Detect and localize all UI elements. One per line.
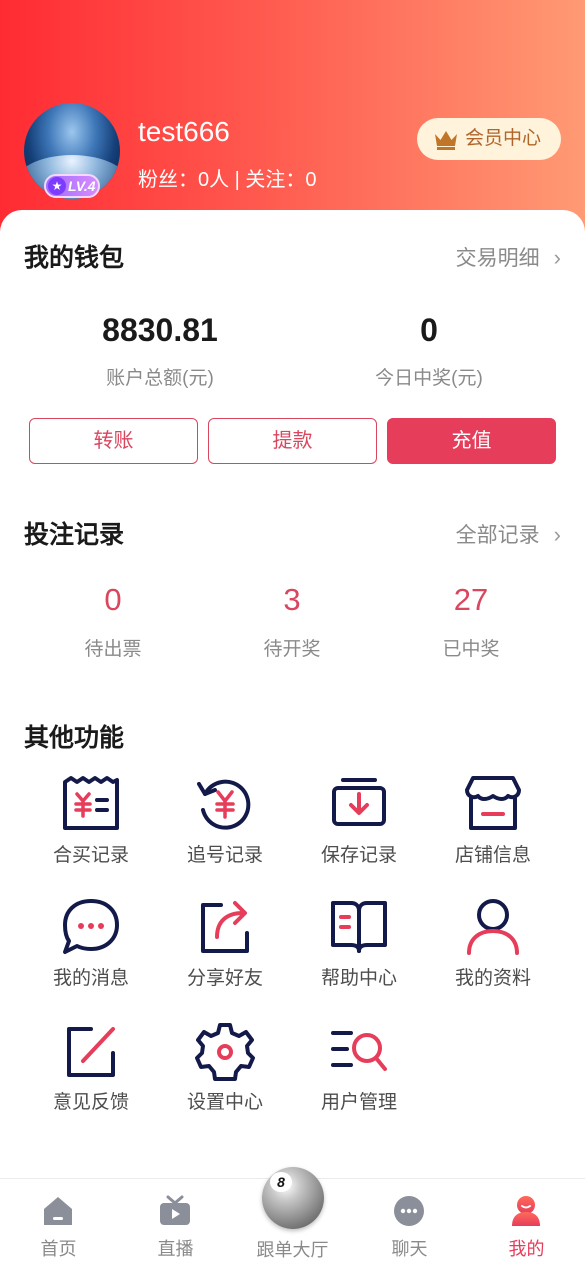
user-icon [467, 899, 519, 955]
function-label: 我的资料 [454, 968, 531, 989]
tab-label: 跟单大厅 [256, 1240, 329, 1260]
bet-records-title: 投注记录 [24, 521, 125, 549]
help-center[interactable]: 帮助中心 [292, 897, 426, 1007]
feedback[interactable]: 意见反馈 [24, 1021, 158, 1131]
store-info[interactable]: 店铺信息 [426, 774, 560, 884]
tab-label: 直播 [157, 1239, 194, 1259]
vip-center-button[interactable]: 会员中心 [417, 118, 561, 160]
tab-label: 首页 [40, 1239, 77, 1259]
function-label: 合买记录 [52, 845, 129, 866]
chevron-right-icon: › [553, 522, 561, 547]
saved-records[interactable]: 保存记录 [292, 774, 426, 884]
eight-ball-icon: 8 [270, 1172, 292, 1192]
bet-stat-label: 待出票 [84, 639, 142, 660]
tab-chat[interactable]: 聊天 [351, 1179, 468, 1266]
chevron-right-icon: › [553, 245, 561, 270]
message-bubble-icon [63, 899, 119, 954]
transaction-details-link[interactable]: 交易明细 › [456, 242, 561, 272]
function-label: 追号记录 [186, 845, 263, 866]
book-icon [331, 901, 387, 953]
function-label: 我的消息 [52, 968, 129, 989]
my-profile[interactable]: 我的资料 [426, 897, 560, 1007]
list-search-icon [331, 1031, 387, 1071]
settings-center[interactable]: 设置中心 [158, 1021, 292, 1131]
tab-live[interactable]: 直播 [117, 1179, 234, 1266]
share-friends[interactable]: 分享好友 [158, 897, 292, 1007]
my-messages[interactable]: 我的消息 [24, 897, 158, 1007]
function-label: 帮助中心 [320, 968, 397, 989]
user-management[interactable]: 用户管理 [292, 1021, 426, 1131]
tab-home[interactable]: 首页 [0, 1179, 117, 1266]
all-records-label: 全部记录 [455, 524, 540, 547]
recharge-button[interactable]: 充值 [387, 418, 556, 464]
function-label: 店铺信息 [454, 845, 531, 866]
transfer-button[interactable]: 转账 [29, 418, 198, 464]
function-label: 意见反馈 [52, 1092, 129, 1113]
crown-icon [435, 131, 457, 150]
tab-mine[interactable]: 我的 [468, 1179, 585, 1266]
function-label: 设置中心 [186, 1092, 263, 1113]
all-records-link[interactable]: 全部记录 › [456, 519, 561, 549]
store-icon [465, 776, 521, 830]
level-text: LV.4 [68, 178, 96, 194]
yen-history-icon [197, 779, 251, 830]
download-box-icon [332, 778, 386, 826]
today-prize-label: 今日中奖(元) [375, 368, 483, 389]
level-badge: ★ LV.4 [44, 174, 100, 198]
function-label: 保存记录 [320, 845, 397, 866]
balance-label: 账户总额(元) [106, 368, 214, 389]
bet-stat-value: 0 [104, 582, 122, 617]
bet-stat-label: 待开奖 [263, 639, 321, 660]
profile-icon [512, 1196, 540, 1226]
edit-icon [67, 1027, 115, 1077]
chase-number-records[interactable]: 追号记录 [158, 774, 292, 884]
today-prize-value: 0 [420, 312, 438, 348]
function-label: 分享好友 [186, 968, 263, 989]
gear-icon [195, 1023, 255, 1081]
follow-stats: 粉丝：0人 | 关注：0 [138, 169, 317, 191]
tab-follow-hall[interactable]: 8 [262, 1167, 324, 1229]
bet-stat-value: 3 [283, 582, 301, 617]
group-buy-records[interactable]: 合买记录 [24, 774, 158, 884]
avatar[interactable]: ★ LV.4 [24, 103, 120, 199]
bet-stat-value: 27 [453, 582, 489, 617]
other-functions-title: 其他功能 [24, 724, 125, 752]
tab-label: 聊天 [391, 1239, 428, 1259]
function-label: 用户管理 [320, 1092, 397, 1113]
balance-value: 8830.81 [102, 312, 218, 348]
vip-center-label: 会员中心 [465, 128, 542, 149]
star-icon: ★ [48, 177, 66, 195]
transaction-details-label: 交易明细 [455, 247, 540, 270]
wallet-title: 我的钱包 [24, 244, 125, 272]
tab-label: 我的 [508, 1239, 545, 1259]
withdraw-button[interactable]: 提款 [208, 418, 377, 464]
username: test666 [138, 116, 230, 147]
chat-icon [394, 1196, 424, 1226]
home-icon [44, 1197, 72, 1225]
tv-icon [160, 1195, 190, 1225]
share-icon [201, 901, 249, 953]
bet-stat-label: 已中奖 [442, 639, 500, 660]
receipt-yen-icon [63, 776, 119, 830]
